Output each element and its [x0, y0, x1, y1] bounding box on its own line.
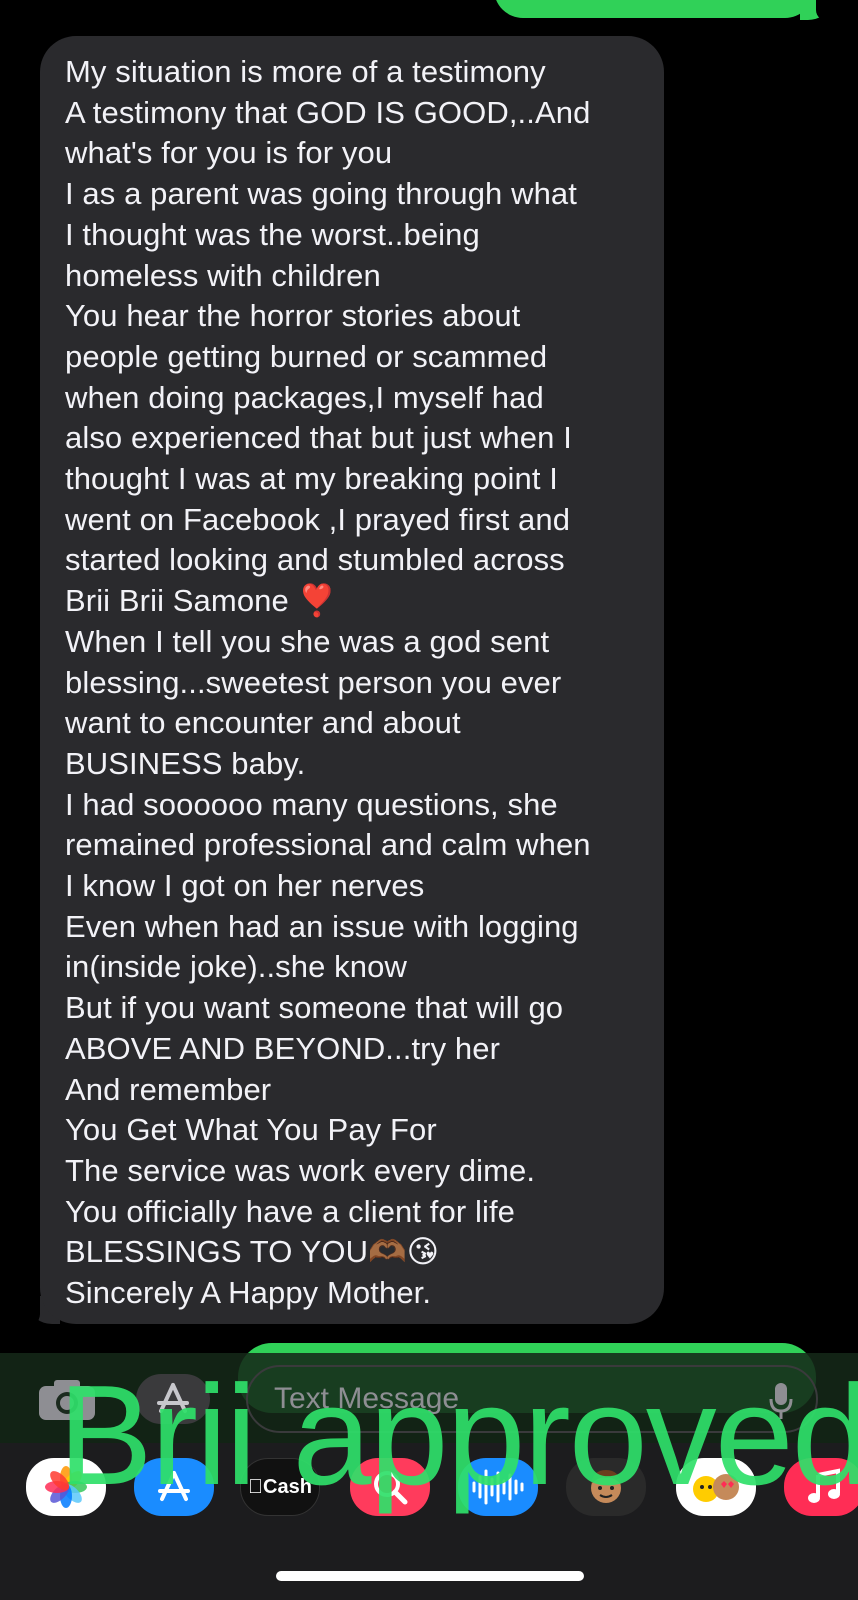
received-message-bubble[interactable]: My situation is more of a testimony A tes…	[40, 36, 664, 1324]
tail-mask	[816, 0, 838, 22]
message-line: started looking and stumbled across	[65, 542, 565, 578]
message-line: remained professional and calm when	[65, 827, 591, 863]
message-line: My situation is more of a testimony	[65, 54, 546, 89]
message-line: also experienced that but just when I	[65, 420, 572, 456]
message-line: The service was work every dime.	[65, 1152, 536, 1188]
message-line: what's for you is for you	[65, 135, 393, 171]
message-line: I as a parent was going through what	[65, 176, 577, 212]
home-indicator[interactable]	[276, 1571, 584, 1581]
message-line: when doing packages,I myself had	[65, 379, 544, 415]
message-line: And remember	[65, 1071, 272, 1107]
message-text: My situation is more of a testimony A tes…	[65, 52, 644, 1314]
message-line: went on Facebook ,I prayed first and	[65, 501, 571, 537]
messages-screen: My situation is more of a testimony A tes…	[0, 0, 858, 1600]
message-line: You officially have a client for life	[65, 1193, 516, 1229]
message-line: homeless with children	[65, 257, 381, 293]
message-line: BLESSINGS TO YOU🫶🏾😘	[65, 1234, 440, 1270]
sent-message-bubble-top[interactable]	[494, 0, 814, 18]
message-line: people getting burned or scammed	[65, 338, 548, 374]
message-line: want to encounter and about	[65, 705, 461, 741]
message-line: Even when had an issue with logging	[65, 908, 579, 944]
message-line: thought I was at my breaking point I	[65, 461, 558, 497]
message-line: When I tell you she was a god sent	[65, 623, 550, 659]
message-line: You Get What You Pay For	[65, 1112, 437, 1148]
watermark-text: Brii approved	[58, 1356, 858, 1515]
message-line: BUSINESS baby.	[65, 745, 306, 781]
message-line: I thought was the worst..being	[65, 216, 480, 252]
message-line: I had soooooo many questions, she	[65, 786, 558, 822]
message-line: in(inside joke)..she know	[65, 949, 407, 985]
message-line: ABOVE AND BEYOND...try her	[65, 1030, 500, 1066]
message-line: Sincerely A Happy Mother.	[65, 1275, 432, 1311]
message-line: A testimony that GOD IS GOOD,..And	[65, 94, 591, 130]
message-line: Brii Brii Samone ❣️	[65, 583, 337, 619]
message-line: You hear the horror stories about	[65, 298, 521, 334]
tail-mask	[16, 1292, 40, 1328]
message-line: blessing...sweetest person you ever	[65, 664, 562, 700]
message-line: I know I got on her nerves	[65, 868, 425, 904]
message-line: But if you want someone that will go	[65, 990, 564, 1026]
